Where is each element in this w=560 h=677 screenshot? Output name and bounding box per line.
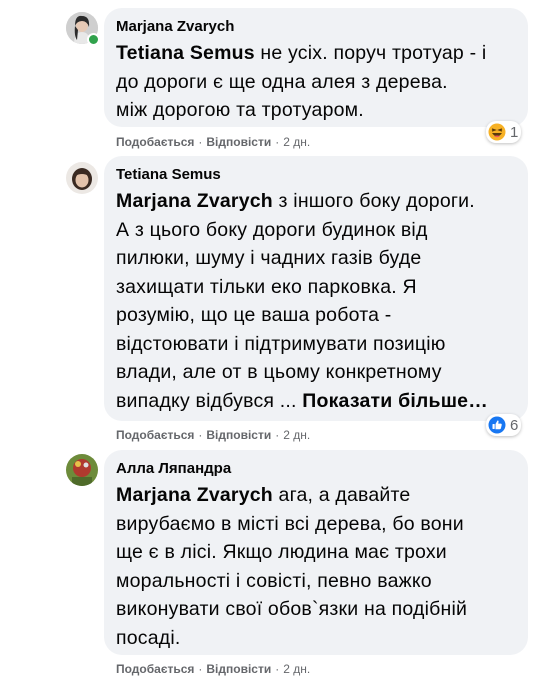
comment-bubble: Marjana Zvarych Tetiana Semus не усіх. п… [104, 8, 528, 127]
online-status-icon [87, 33, 100, 46]
comment-bubble: Алла Ляпандра Marjana Zvarych ага, а дав… [104, 450, 528, 655]
reply-button[interactable]: Відповісти [206, 135, 271, 149]
reaction-summary[interactable]: 6 [486, 414, 522, 436]
see-more-link[interactable]: Показати більше… [302, 390, 488, 412]
like-thumb-icon [488, 416, 506, 434]
like-button[interactable]: Подобається [116, 662, 194, 676]
haha-emoji-icon [488, 123, 506, 141]
profile-photo-icon [66, 454, 98, 486]
reply-button[interactable]: Відповісти [206, 428, 271, 442]
timestamp[interactable]: 2 дн. [283, 662, 310, 676]
avatar[interactable] [66, 162, 98, 194]
mention-link[interactable]: Marjana Zvarych [116, 190, 273, 212]
mention-link[interactable]: Tetiana Semus [116, 42, 255, 64]
comment-author[interactable]: Алла Ляпандра [116, 459, 516, 479]
like-button[interactable]: Подобається [116, 428, 194, 442]
comment-actions: Подобається · Відповісти · 2 дн. [116, 662, 311, 676]
comment-actions: Подобається · Відповісти · 2 дн. [116, 428, 311, 442]
comment-author[interactable]: Tetiana Semus [116, 165, 516, 185]
comment-text: Tetiana Semus не усіх. поруч тротуар - і… [116, 42, 487, 121]
timestamp[interactable]: 2 дн. [283, 135, 310, 149]
comment-bubble: Tetiana Semus Marjana Zvarych з іншого б… [104, 156, 528, 421]
timestamp[interactable]: 2 дн. [283, 428, 310, 442]
reply-button[interactable]: Відповісти [206, 662, 271, 676]
reaction-summary[interactable]: 1 [486, 121, 522, 143]
comment-actions: Подобається · Відповісти · 2 дн. [116, 135, 311, 149]
comment-text: Marjana Zvarych з іншого боку дороги. А … [116, 190, 488, 412]
like-button[interactable]: Подобається [116, 135, 194, 149]
reaction-count: 6 [510, 416, 519, 434]
profile-photo-icon [66, 162, 98, 194]
comment-text: Marjana Zvarych ага, а давайте вирубаємо… [116, 484, 468, 649]
comment-author[interactable]: Marjana Zvarych [116, 17, 516, 37]
reaction-count: 1 [510, 123, 519, 141]
mention-link[interactable]: Marjana Zvarych [116, 484, 273, 506]
avatar[interactable] [66, 454, 98, 486]
